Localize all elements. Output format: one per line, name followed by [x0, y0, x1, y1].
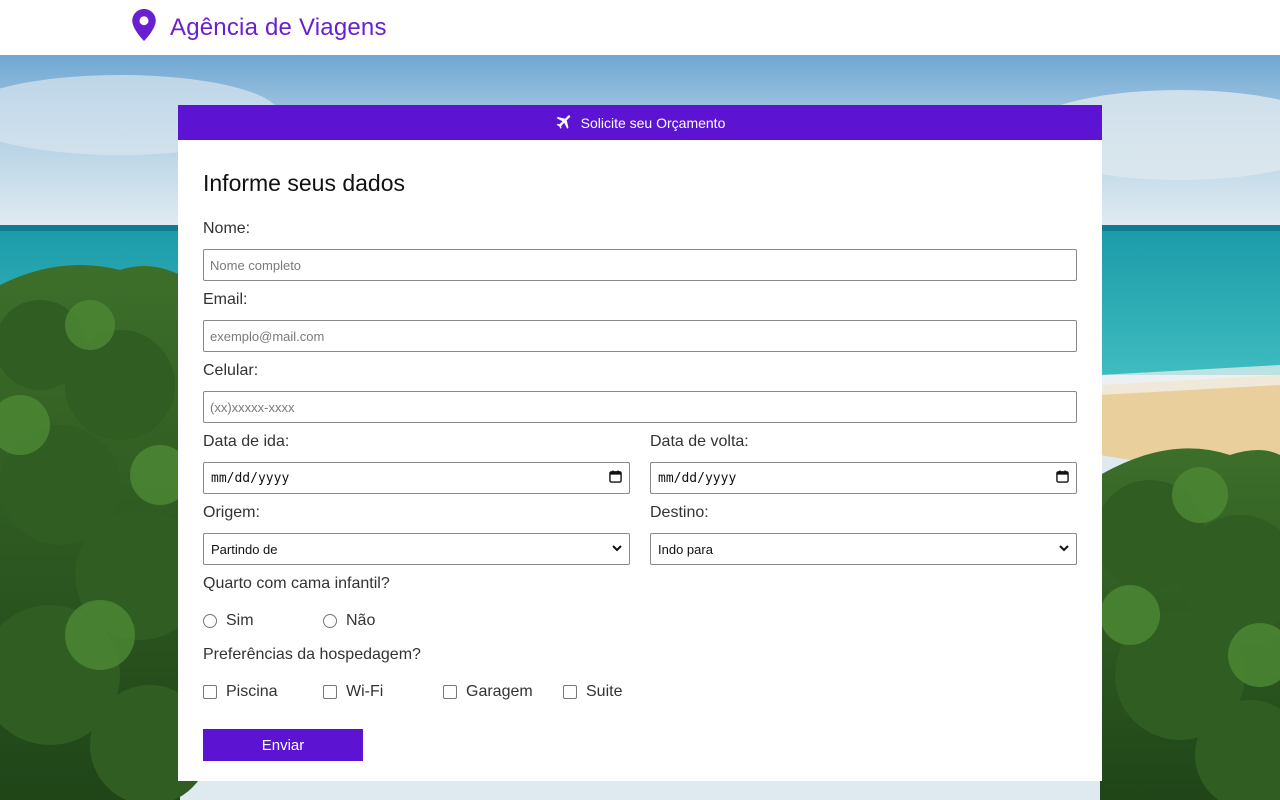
- destino-select[interactable]: Indo para: [650, 533, 1077, 565]
- pref-label: Preferências da hospedagem?: [203, 646, 421, 663]
- radio-button[interactable]: [203, 614, 217, 628]
- chevron-down-icon: [611, 542, 623, 557]
- card-header: Solicite seu Orçamento: [178, 105, 1102, 140]
- radio-sim[interactable]: Sim: [203, 612, 254, 630]
- calendar-icon[interactable]: [609, 469, 622, 487]
- origem-select[interactable]: Partindo de: [203, 533, 630, 565]
- submit-button[interactable]: Enviar: [203, 729, 363, 761]
- data-ida-input[interactable]: mm/dd/yyyy: [203, 462, 630, 494]
- data-volta-value: mm/dd/yyyy: [658, 470, 737, 486]
- checkbox-wifi[interactable]: Wi-Fi: [323, 683, 383, 701]
- celular-input[interactable]: [203, 391, 1077, 423]
- data-volta-input[interactable]: mm/dd/yyyy: [650, 462, 1077, 494]
- radio-button[interactable]: [323, 614, 337, 628]
- quarto-label: Quarto com cama infantil?: [203, 575, 390, 592]
- email-input[interactable]: [203, 320, 1077, 352]
- data-volta-label: Data de volta:: [650, 433, 749, 450]
- form-heading: Informe seus dados: [203, 170, 406, 196]
- checkbox[interactable]: [323, 685, 337, 699]
- brand-title: Agência de Viagens: [170, 13, 387, 41]
- checkbox-wifi-label: Wi-Fi: [346, 683, 384, 700]
- celular-label: Celular:: [203, 362, 259, 379]
- brand[interactable]: Agência de Viagens: [131, 9, 387, 46]
- checkbox[interactable]: [563, 685, 577, 699]
- checkbox[interactable]: [203, 685, 217, 699]
- checkbox-piscina-label: Piscina: [226, 683, 278, 700]
- radio-nao-label: Não: [346, 612, 376, 629]
- data-ida-label: Data de ida:: [203, 433, 290, 450]
- calendar-icon[interactable]: [1056, 469, 1069, 487]
- plane-icon: [555, 112, 581, 134]
- radio-nao[interactable]: Não: [323, 612, 375, 630]
- destino-selected: Indo para: [658, 541, 713, 557]
- origem-selected: Partindo de: [211, 541, 278, 557]
- origem-label: Origem:: [203, 504, 260, 521]
- card-header-label: Solicite seu Orçamento: [580, 114, 726, 131]
- nome-input[interactable]: [203, 249, 1077, 281]
- destino-label: Destino:: [650, 504, 709, 521]
- email-label: Email:: [203, 291, 248, 308]
- chevron-down-icon: [1058, 542, 1070, 557]
- checkbox-garagem[interactable]: Garagem: [443, 683, 533, 701]
- checkbox-piscina[interactable]: Piscina: [203, 683, 278, 701]
- checkbox-suite-label: Suite: [586, 683, 623, 700]
- nome-label: Nome:: [203, 220, 251, 237]
- radio-sim-label: Sim: [226, 612, 254, 629]
- checkbox-garagem-label: Garagem: [466, 683, 533, 700]
- map-pin-icon: [131, 9, 157, 46]
- checkbox-suite[interactable]: Suite: [563, 683, 622, 701]
- top-bar: Agência de Viagens: [0, 0, 1280, 55]
- quote-card: Solicite seu Orçamento Informe seus dado…: [178, 105, 1102, 781]
- checkbox[interactable]: [443, 685, 457, 699]
- data-ida-value: mm/dd/yyyy: [211, 470, 290, 486]
